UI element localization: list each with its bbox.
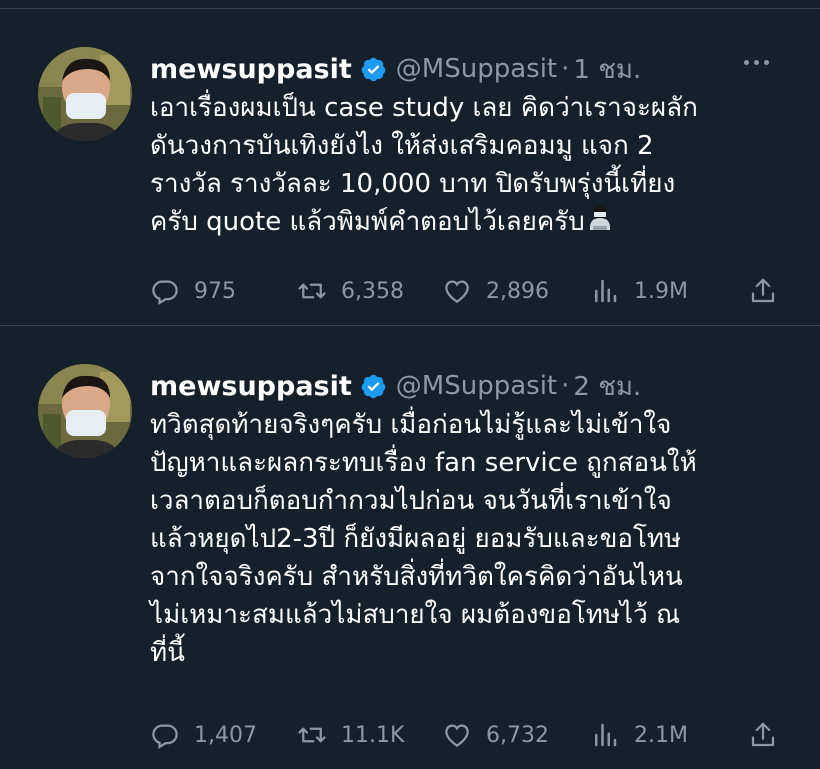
retweet-icon bbox=[298, 283, 326, 299]
views-button[interactable]: 1.9M bbox=[590, 276, 688, 306]
timestamp[interactable]: 2 ชม. bbox=[573, 366, 641, 407]
avatar[interactable] bbox=[38, 47, 132, 141]
like-button[interactable]: 2,896 bbox=[442, 276, 549, 306]
verified-icon bbox=[361, 57, 386, 81]
handle[interactable]: @MSuppasit bbox=[396, 371, 557, 401]
share-button[interactable] bbox=[748, 720, 778, 750]
display-name[interactable]: mewsuppasit bbox=[150, 54, 352, 85]
retweet-count: 11.1K bbox=[341, 722, 405, 748]
view-count: 2.1M bbox=[634, 722, 688, 748]
tweet-body: ทวิตสุดท้ายจริงๆครับ เมื่อก่อนไม่รู้และไ… bbox=[150, 410, 697, 668]
view-count: 1.9M bbox=[634, 278, 688, 304]
like-icon bbox=[445, 724, 469, 747]
tweet-actions: 975 6,358 2,896 1.9M bbox=[150, 271, 780, 311]
retweet-button[interactable]: 11.1K bbox=[297, 720, 404, 750]
separator: · bbox=[561, 54, 570, 84]
like-count: 2,896 bbox=[486, 278, 549, 304]
reply-button[interactable]: 975 bbox=[150, 276, 236, 306]
tweet-content: mewsuppasit @MSuppasit · 1 ชม. เอาเรื่อง… bbox=[150, 49, 780, 241]
tweet-header: mewsuppasit @MSuppasit · 1 ชม. bbox=[150, 49, 780, 89]
retweet-button[interactable]: 6,358 bbox=[297, 276, 404, 306]
retweet-count: 6,358 bbox=[341, 278, 404, 304]
reply-icon bbox=[152, 280, 178, 305]
tweet[interactable]: mewsuppasit @MSuppasit · 1 ชม. เอาเรื่อง… bbox=[0, 9, 820, 326]
like-icon bbox=[445, 280, 469, 303]
timestamp[interactable]: 1 ชม. bbox=[573, 49, 641, 90]
tweet-header: mewsuppasit @MSuppasit · 2 ชม. bbox=[150, 366, 780, 406]
share-icon bbox=[751, 278, 775, 303]
like-count: 6,732 bbox=[486, 722, 549, 748]
views-button[interactable]: 2.1M bbox=[590, 720, 688, 750]
tweet-text: เอาเรื่องผมเป็น case study เลย คิดว่าเรา… bbox=[150, 89, 780, 241]
reply-button[interactable]: 1,407 bbox=[150, 720, 257, 750]
reply-icon bbox=[152, 724, 178, 749]
retweet-icon bbox=[298, 727, 326, 743]
separator: · bbox=[561, 371, 570, 401]
display-name[interactable]: mewsuppasit bbox=[150, 371, 352, 402]
person-bowing-emoji bbox=[589, 206, 610, 230]
views-icon bbox=[595, 279, 617, 303]
tweet-body: เอาเรื่องผมเป็น case study เลย คิดว่าเรา… bbox=[150, 93, 698, 237]
reply-count: 975 bbox=[194, 278, 236, 304]
share-button[interactable] bbox=[748, 276, 778, 306]
tweet-text: ทวิตสุดท้ายจริงๆครับ เมื่อก่อนไม่รู้และไ… bbox=[150, 406, 780, 672]
tweet-actions: 1,407 11.1K 6,732 2.1M bbox=[150, 715, 780, 755]
views-icon bbox=[595, 723, 617, 747]
like-button[interactable]: 6,732 bbox=[442, 720, 549, 750]
avatar[interactable] bbox=[38, 364, 132, 458]
reply-count: 1,407 bbox=[194, 722, 257, 748]
top-divider bbox=[0, 0, 820, 9]
share-icon bbox=[751, 722, 775, 747]
handle[interactable]: @MSuppasit bbox=[396, 54, 557, 84]
verified-icon bbox=[361, 374, 386, 398]
tweet-content: mewsuppasit @MSuppasit · 2 ชม. ทวิตสุดท้… bbox=[150, 366, 780, 672]
timeline: mewsuppasit @MSuppasit · 1 ชม. เอาเรื่อง… bbox=[0, 0, 820, 769]
tweet[interactable]: mewsuppasit @MSuppasit · 2 ชม. ทวิตสุดท้… bbox=[0, 326, 820, 769]
